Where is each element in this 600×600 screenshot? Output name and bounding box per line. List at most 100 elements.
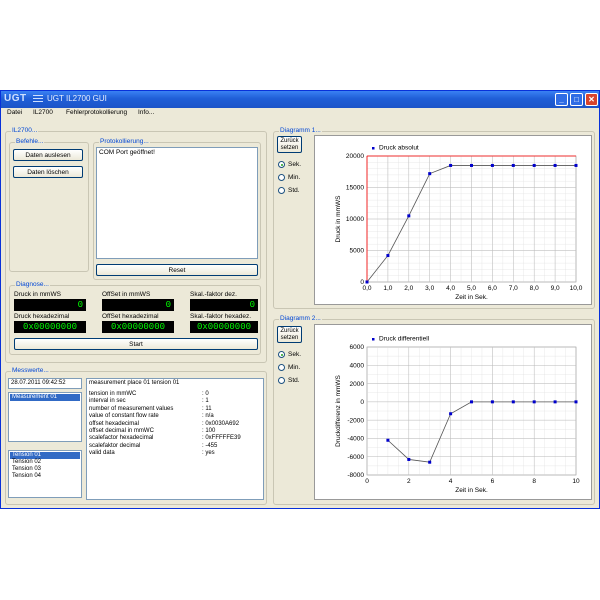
detail-key: scalefaktor decimal [89,442,141,449]
data-point [490,163,494,167]
befehle-label: Befehle... [15,138,45,145]
measurement-item[interactable]: Measurement 01 [10,394,80,401]
messwerte-group: Messwerte... 28.07.2011 09:42:52 Measure… [5,367,267,505]
menu-datei[interactable]: Datei [7,109,22,116]
detail-value: : 100 [202,428,216,434]
app-window: UGT UGT IL2700 GUI _ □ ✕ Datei IL2700 Fe… [0,90,600,509]
diagramm1-group: Diagramm 1... Zurück setzen Sek. Min. Std… [273,127,595,309]
diagramm2-radio-std[interactable] [278,377,285,384]
x-tick-label: 10 [572,478,580,485]
timestamp-field[interactable]: 28.07.2011 09:42:52 [8,378,82,389]
menu-info[interactable]: Info... [138,109,154,116]
y-axis-label: Druck in mmWS [335,195,342,243]
detail-value: : n/a [202,413,214,420]
skal-display: 0 [190,299,258,311]
data-point [365,280,369,284]
maximize-button[interactable]: □ [570,93,583,106]
reset-button[interactable]: Reset [96,264,258,276]
detail-value: : 0xFFFFFE39 [202,435,241,442]
data-point [407,214,411,218]
tension-item[interactable]: Tension 02 [10,459,41,466]
detail-key: valid data [89,450,115,457]
radio-label-std: Std. [288,377,300,384]
data-point [386,438,390,442]
diagramm1-radio-min[interactable] [278,174,285,181]
data-point [470,400,473,404]
y-tick-label: -6000 [347,454,364,461]
skal-hex-label: Skal.-faktor hexadez. [190,313,252,320]
tension-list[interactable]: Tension 01 Tension 02 Tension 03 Tension… [8,450,82,498]
close-button[interactable]: ✕ [585,93,598,106]
x-tick-label: 8 [532,478,536,485]
daten-auslesen-button[interactable]: Daten auslesen [13,149,83,161]
messwerte-label: Messwerte... [11,367,50,374]
y-axis-label: Druckdifferenz in mmWS [335,374,342,446]
data-point [407,457,411,461]
diagramm2-radio-sek[interactable] [278,351,285,358]
logo-bars-icon [33,95,43,104]
detail-value: : 0 [202,391,209,397]
detail-value: : yes [202,450,215,457]
offset-display: 0 [102,299,174,311]
back-button-line2: setzen [280,144,299,151]
detail-key: value of constant flow rate [89,413,159,420]
data-point [449,163,453,167]
y-tick-label: 6000 [350,344,365,351]
title-bar[interactable]: UGT UGT IL2700 GUI _ □ ✕ [1,91,599,108]
druck-label: Druck in mmWS [14,291,61,298]
chart2-area: 0 2 4 6 8 10 -8000 -6000 -4000 -2000 0 2000 4000 6000… [314,324,592,500]
detail-key: tension in mmWC [89,391,137,397]
diagramm1-radio-sek[interactable] [278,161,285,168]
tension-item[interactable]: Tension 01 [10,452,80,459]
x-tick-label: 1,0 [383,285,392,292]
measurement-list[interactable]: Measurement 01 [8,392,82,442]
y-tick-label: -4000 [347,436,364,443]
il2700-group-label: IL2700... [11,127,39,134]
tension-item[interactable]: Tension 03 [10,466,41,473]
x-tick-label: 4,0 [446,285,455,292]
back-button-line1: Zurück [280,137,299,144]
data-point [428,460,432,464]
diagramm1-back-button[interactable]: Zurück setzen [277,136,302,153]
diagramm2-label: Diagramm 2... [279,315,322,322]
skal-hex-display: 0x00000000 [190,321,258,333]
y-tick-label: -8000 [347,472,364,479]
menu-il2700[interactable]: IL2700 [33,109,53,116]
y-tick-label: 4000 [350,362,365,369]
data-point [386,254,390,258]
data-point [470,163,473,167]
chart1-area: 0,0 1,0 2,0 3,0 4,0 5,0 6,0 7,0 8,0 9,0 10,0 0 5000 1… [314,135,592,305]
y-tick-label: 20000 [346,153,364,160]
daten-loeschen-button[interactable]: Daten löschen [13,166,83,178]
data-point [511,163,515,167]
menu-fehlerprotokollierung[interactable]: Fehlerprotokollierung [66,109,127,116]
diagramm1-radio-std[interactable] [278,187,285,194]
x-tick-label: 2 [407,478,411,485]
data-point [511,400,515,404]
x-tick-label: 8,0 [530,285,539,292]
data-point [490,400,494,404]
tension-item[interactable]: Tension 04 [10,473,41,480]
back-button-line2: setzen [280,334,299,341]
legend-label: Druck differentiell [379,336,430,343]
diagramm2-radio-min[interactable] [278,364,285,371]
legend-marker [372,147,375,150]
menu-bar: Datei IL2700 Fehlerprotokollierung Info.… [1,108,599,119]
diagramm2-back-button[interactable]: Zurück setzen [277,326,302,343]
protokoll-log[interactable]: COM Port geöffnet! [96,147,258,259]
minimize-button[interactable]: _ [555,93,568,106]
data-point [532,163,536,167]
y-tick-label: -2000 [347,417,364,424]
druck-display: 0 [14,299,86,311]
measurement-details[interactable]: measurement place 01 tension 01 tension … [86,378,264,500]
back-button-line1: Zurück [280,327,299,334]
radio-label-sek: Sek. [288,351,302,358]
data-point [428,172,432,176]
x-tick-label: 5,0 [467,285,476,292]
x-axis-label: Zeit in Sek. [455,487,488,494]
detail-value: : -455 [202,442,218,449]
diagnose-label: Diagnose... [15,281,50,288]
start-button[interactable]: Start [14,338,258,350]
legend-label: Druck absolut [379,145,419,152]
x-tick-label: 2,0 [404,285,413,292]
